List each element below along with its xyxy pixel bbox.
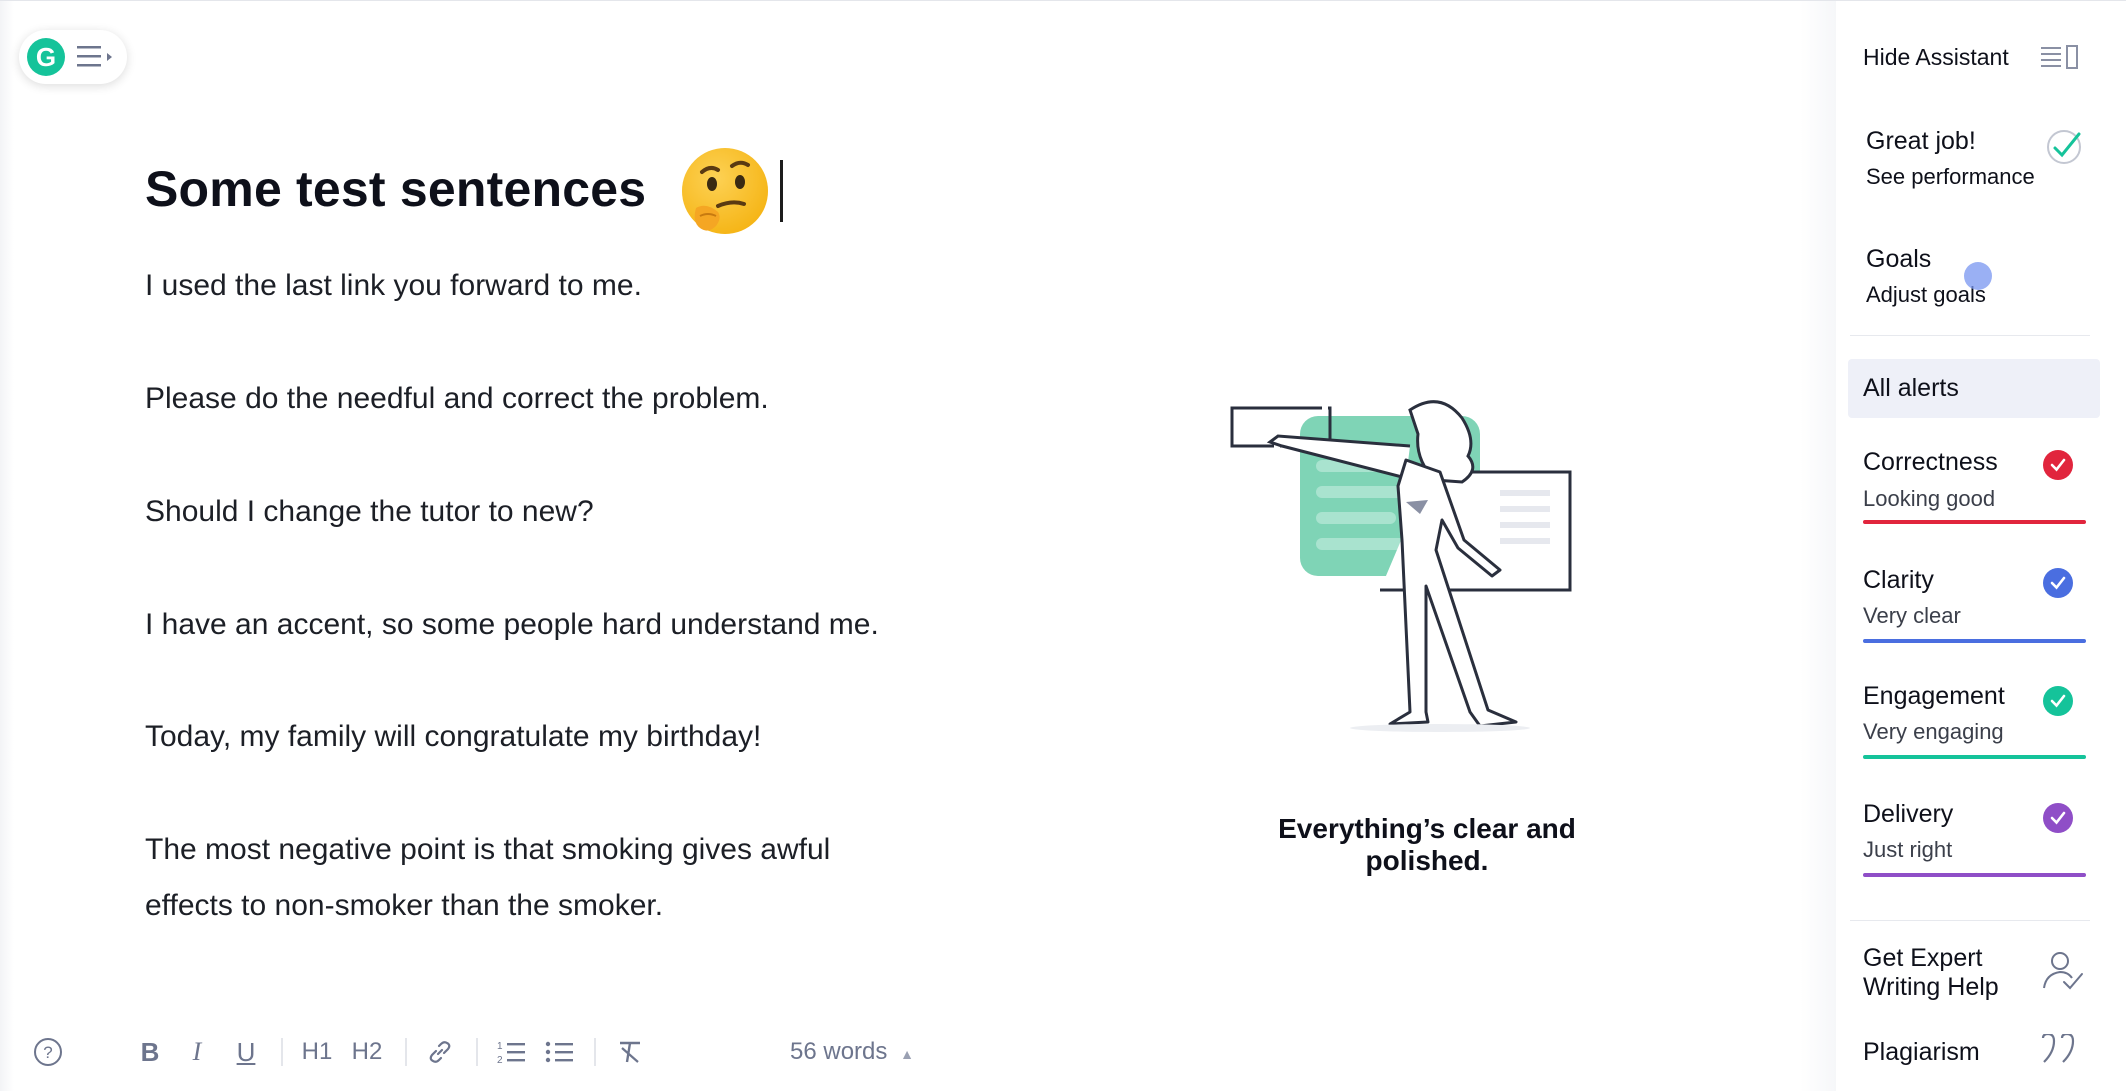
paragraph-1[interactable]: I used the last link you forward to me.	[145, 258, 945, 314]
engagement-check-icon	[2043, 686, 2073, 716]
empty-state-message: Everything’s clear and polished.	[1278, 813, 1576, 876]
grammarly-logo-icon: G	[27, 38, 65, 76]
bold-button[interactable]: B	[134, 1030, 166, 1074]
expert-writing-help-button[interactable]: Get Expert Writing Help	[1863, 944, 2033, 1002]
clarity-score-bar	[1863, 639, 2086, 643]
correctness-score-bar	[1863, 520, 2086, 524]
engagement-score-bar	[1863, 755, 2086, 759]
correctness-check-icon	[2043, 450, 2073, 480]
toolbar-separator	[476, 1038, 478, 1066]
svg-text:?: ?	[43, 1043, 52, 1062]
paragraph-2[interactable]: Please do the needful and correct the pr…	[145, 371, 945, 427]
hide-assistant-button[interactable]: Hide Assistant	[1863, 44, 2009, 71]
toolbar-separator	[594, 1038, 596, 1066]
hamburger-menu-icon[interactable]	[75, 42, 115, 72]
svg-text:1: 1	[497, 1041, 503, 1052]
quote-marks-icon	[2040, 1032, 2080, 1073]
underline-button[interactable]: U	[230, 1030, 262, 1074]
italic-button[interactable]: I	[182, 1030, 212, 1074]
link-icon[interactable]	[424, 1030, 456, 1074]
left-edge-shade	[0, 1, 14, 1091]
category-delivery-status: Just right	[1863, 837, 1953, 862]
all-alerts-tab[interactable]: All alerts	[1848, 359, 2100, 418]
expert-person-icon	[2040, 948, 2084, 997]
delivery-score-bar	[1863, 873, 2086, 877]
text-caret	[780, 160, 783, 222]
delivery-check-icon	[2043, 803, 2073, 833]
checkmark-circle-icon	[2045, 128, 2083, 171]
thinking-face-emoji-icon	[678, 146, 772, 240]
sidebar-divider	[1850, 335, 2090, 336]
category-engagement-status: Very engaging	[1863, 719, 2004, 744]
paragraph-6-line-2[interactable]: effects to non-smoker than the smoker.	[145, 878, 945, 934]
plagiarism-button[interactable]: Plagiarism	[1863, 1038, 1980, 1067]
document-title[interactable]: Some test sentences	[145, 160, 646, 218]
clear-formatting-icon[interactable]	[614, 1030, 646, 1074]
sidebar-shadow	[1800, 1, 1836, 1091]
word-count-label: 56 words	[790, 1038, 888, 1065]
goals-title[interactable]: Goals	[1866, 245, 1931, 274]
caret-up-icon: ▲	[900, 1046, 914, 1062]
panel-toggle-icon[interactable]	[2040, 44, 2080, 77]
heading-1-button[interactable]: H1	[300, 1030, 334, 1074]
paragraph-4[interactable]: I have an accent, so some people hard un…	[145, 597, 945, 653]
category-correctness[interactable]: Correctness	[1863, 448, 1998, 477]
help-button[interactable]: ?	[31, 1030, 65, 1074]
paragraph-6-line-1[interactable]: The most negative point is that smoking …	[145, 822, 945, 878]
all-alerts-label: All alerts	[1863, 374, 1959, 402]
numbered-list-icon[interactable]: 12	[496, 1030, 528, 1074]
bulleted-list-icon[interactable]	[544, 1030, 576, 1074]
paragraph-5[interactable]: Today, my family will congratulate my bi…	[145, 709, 945, 765]
woman-presenting-illustration	[1230, 390, 1590, 740]
toolbar-separator	[281, 1038, 283, 1066]
performance-title[interactable]: Great job!	[1866, 127, 1976, 156]
category-engagement[interactable]: Engagement	[1863, 682, 2005, 711]
category-correctness-status: Looking good	[1863, 486, 1996, 511]
category-clarity[interactable]: Clarity	[1863, 566, 1934, 595]
paragraph-3[interactable]: Should I change the tutor to new?	[145, 484, 945, 540]
svg-text:2: 2	[497, 1055, 503, 1066]
clarity-check-icon	[2043, 568, 2073, 598]
sidebar-divider	[1850, 920, 2090, 921]
grammarly-menu-badge[interactable]: G	[19, 30, 127, 84]
category-clarity-status: Very clear	[1863, 603, 1961, 628]
toolbar-separator	[405, 1038, 407, 1066]
heading-2-button[interactable]: H2	[350, 1030, 384, 1074]
word-count-toggle[interactable]: 56 words ▲	[790, 1038, 914, 1066]
see-performance-link[interactable]: See performance	[1866, 164, 2035, 190]
mouse-cursor-indicator	[1964, 262, 1992, 290]
category-delivery[interactable]: Delivery	[1863, 800, 1953, 829]
